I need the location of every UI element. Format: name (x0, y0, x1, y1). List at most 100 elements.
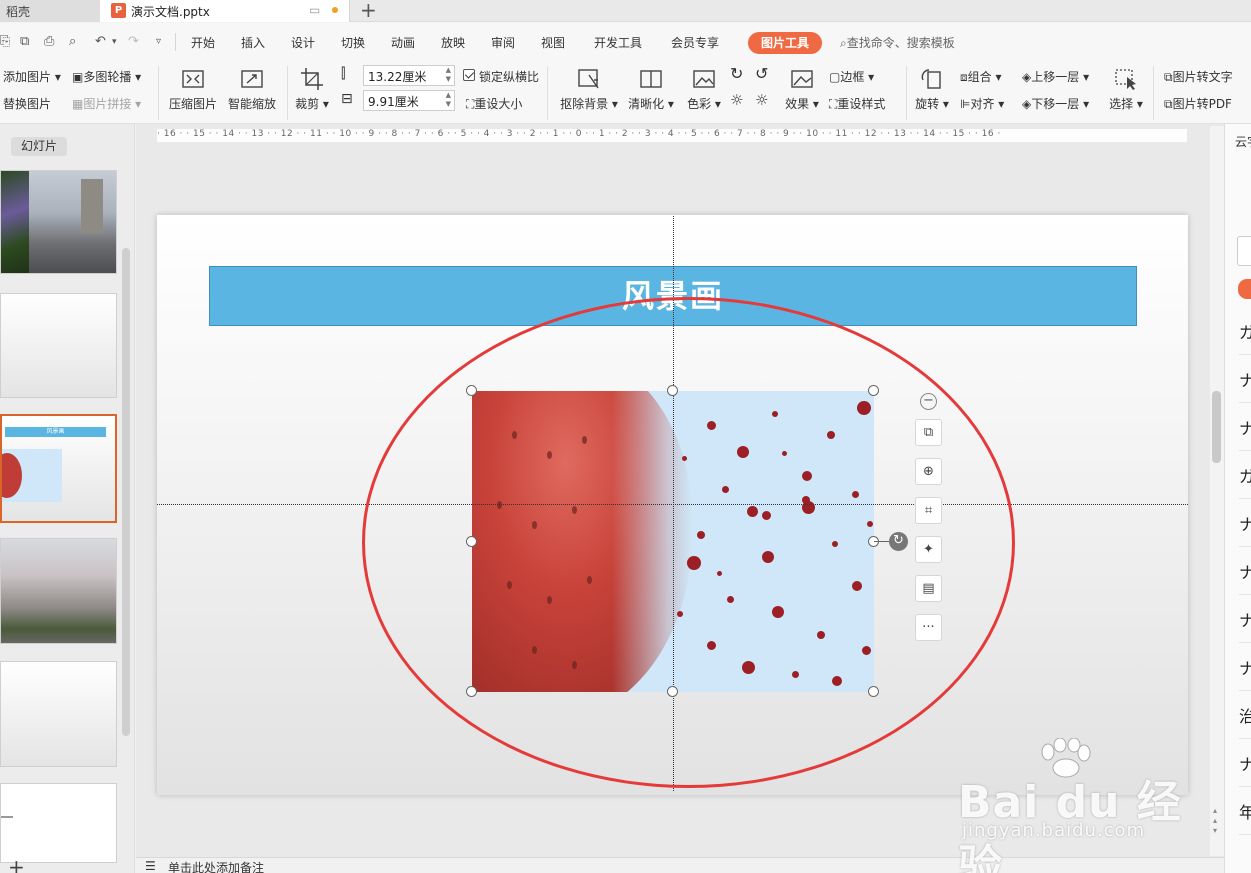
scroll-up-icon[interactable]: ▴ (1213, 816, 1217, 825)
width-value: 9.91厘米 (368, 95, 419, 109)
notes-placeholder: 单击此处添加备注 (168, 861, 265, 873)
font-item[interactable]: ナ (1239, 751, 1251, 787)
menu-slideshow[interactable]: 放映 (441, 34, 465, 51)
menu-transition[interactable]: 切换 (341, 34, 365, 51)
tab-picture-tools[interactable]: 图片工具 (748, 32, 822, 54)
slide-thumbnail[interactable] (0, 170, 117, 274)
print-preview-icon[interactable]: ⌕ (69, 34, 76, 49)
send-backward-button[interactable]: ◈下移一层 ▾ (1022, 95, 1089, 112)
brightness-down-icon[interactable]: ☼ (730, 91, 743, 109)
title-bar: 稻壳 P 演示文档.pptx ▭ + (0, 0, 1251, 22)
slide-thumbnail[interactable] (0, 538, 117, 644)
contrast-up-icon[interactable]: ↺ (755, 64, 768, 83)
compress-icon (182, 70, 204, 88)
monitor-icon[interactable]: ▭ (309, 3, 320, 17)
presentation-file-icon: P (111, 3, 126, 18)
align-button[interactable]: ⊫对齐 ▾ (960, 95, 1004, 112)
slide-thumbnail[interactable] (0, 293, 117, 398)
ribbon-separator (906, 66, 907, 120)
font-item[interactable]: ガ (1239, 463, 1251, 499)
menu-home[interactable]: 开始 (191, 34, 215, 51)
width-field[interactable]: 9.91厘米 ▲ ▼ (363, 90, 455, 111)
brightness-up-icon[interactable]: ↻ (730, 64, 743, 83)
print-icon[interactable]: ⎙ (44, 34, 54, 49)
font-item[interactable]: ナ (1239, 607, 1251, 643)
picture-collage-button[interactable]: ▦图片拼接 ▾ (72, 95, 141, 112)
font-item[interactable]: 治 (1239, 703, 1251, 739)
smart-scale-icon (241, 70, 263, 88)
bring-forward-button[interactable]: ◈上移一层 ▾ (1022, 68, 1089, 85)
multi-carousel-button[interactable]: ▣多图轮播 ▾ (72, 68, 141, 85)
border-button[interactable]: ▢边框 ▾ (829, 68, 874, 85)
lock-ratio-checkbox[interactable] (463, 69, 475, 81)
contrast-down-icon[interactable]: ☼ (755, 91, 768, 109)
add-picture-button[interactable]: 添加图片 ▾ (3, 68, 61, 85)
open-icon[interactable]: ⎘ (0, 34, 10, 49)
carousel-icon: ▣ (72, 70, 84, 84)
reset-size-button[interactable]: ⛶重设大小 (466, 95, 522, 112)
font-item[interactable]: ナ (1239, 511, 1251, 547)
right-panel-search[interactable] (1237, 236, 1251, 266)
link-icon[interactable]: ⧉ (20, 34, 29, 49)
command-search[interactable]: ⌕查找命令、搜索模板 (840, 34, 955, 51)
lock-ratio-label: 锁定纵横比 (479, 70, 540, 84)
scroll-down-icon[interactable]: ▾ (1213, 826, 1217, 835)
select-button[interactable]: 选择 ▾ (1108, 66, 1144, 112)
canvas-scrollbar[interactable]: ▴ ▴ ▾ (1210, 126, 1224, 856)
remove-background-icon (578, 69, 599, 89)
horizontal-ruler[interactable]: · 16 · · 15 · · 14 · · 13 · · 12 · · 11 … (157, 129, 1187, 142)
menu-animation[interactable]: 动画 (391, 34, 415, 51)
redo-icon[interactable]: ↷ (128, 34, 139, 49)
remove-background-button[interactable]: 抠除背景 ▾ (558, 66, 620, 112)
font-item[interactable]: ナ (1239, 415, 1251, 451)
scroll-up-icon[interactable]: ▴ (1213, 806, 1217, 815)
width-spinner[interactable]: ▲ ▼ (446, 91, 451, 109)
ribbon-separator (158, 66, 159, 120)
reset-style-button[interactable]: ⛶重设样式 (829, 95, 885, 112)
remove-background-label: 抠除背景 (560, 97, 609, 111)
font-item[interactable]: ナ (1239, 559, 1251, 595)
ribbon-separator (287, 66, 288, 120)
menu-insert[interactable]: 插入 (241, 34, 265, 51)
sharpen-button[interactable]: 清晰化 ▾ (628, 66, 674, 112)
menu-member[interactable]: 会员专享 (671, 34, 719, 51)
canvas-scrollbar-thumb[interactable] (1212, 391, 1221, 463)
crop-icon (301, 68, 323, 90)
replace-picture-button[interactable]: 替换图片 (3, 95, 51, 112)
add-slide-button[interactable]: + (8, 855, 25, 873)
menu-view[interactable]: 视图 (541, 34, 565, 51)
menu-design[interactable]: 设计 (291, 34, 315, 51)
tab-app[interactable]: 稻壳 (0, 0, 100, 22)
slide-panel-scrollbar[interactable] (122, 248, 130, 736)
font-item[interactable]: ナ (1239, 367, 1251, 403)
undo-icon[interactable]: ↶ (95, 34, 106, 49)
thumb-text-line (1, 816, 13, 818)
crop-button[interactable]: 裁剪 ▾ (294, 66, 330, 112)
menu-developer[interactable]: 开发工具 (594, 34, 642, 51)
color-button[interactable]: 色彩 ▾ (684, 66, 724, 112)
tab-slides[interactable]: 幻灯片 (11, 137, 67, 156)
height-field[interactable]: 13.22厘米 ▲ ▼ (363, 65, 455, 86)
font-item[interactable]: 年 (1239, 799, 1251, 835)
picture-to-text-button[interactable]: ⧉图片转文字 (1164, 68, 1233, 85)
slide-thumbnail[interactable] (0, 661, 117, 767)
font-item[interactable]: ナ (1239, 655, 1251, 691)
menu-review[interactable]: 审阅 (491, 34, 515, 51)
height-spinner[interactable]: ▲ ▼ (446, 66, 451, 84)
baidu-watermark: Bai du 经验 jingyan.baidu.com (958, 738, 1198, 873)
new-tab-button[interactable]: + (360, 0, 377, 22)
customize-dropdown-icon[interactable]: ▿ (156, 36, 161, 47)
picture-to-pdf-button[interactable]: ⧉图片转PDF (1164, 95, 1232, 112)
slide-thumbnail[interactable] (0, 783, 117, 863)
smart-scale-button[interactable]: 智能缩放 (226, 66, 278, 112)
effect-button[interactable]: 效果 ▾ (784, 66, 820, 112)
font-item[interactable]: ガ (1239, 319, 1251, 355)
command-search-label: 查找命令、搜索模板 (846, 36, 955, 50)
slide-thumbnail-active[interactable]: 风景画 (0, 414, 117, 523)
compress-picture-button[interactable]: 压缩图片 (168, 66, 218, 112)
tab-document[interactable]: P 演示文档.pptx ▭ (100, 0, 350, 22)
undo-dropdown-icon[interactable]: ▾ (112, 37, 117, 47)
group-button[interactable]: ⧈组合 ▾ (960, 68, 1002, 85)
collage-icon: ▦ (72, 97, 84, 111)
rotate-button[interactable]: 旋转 ▾ (914, 66, 950, 112)
